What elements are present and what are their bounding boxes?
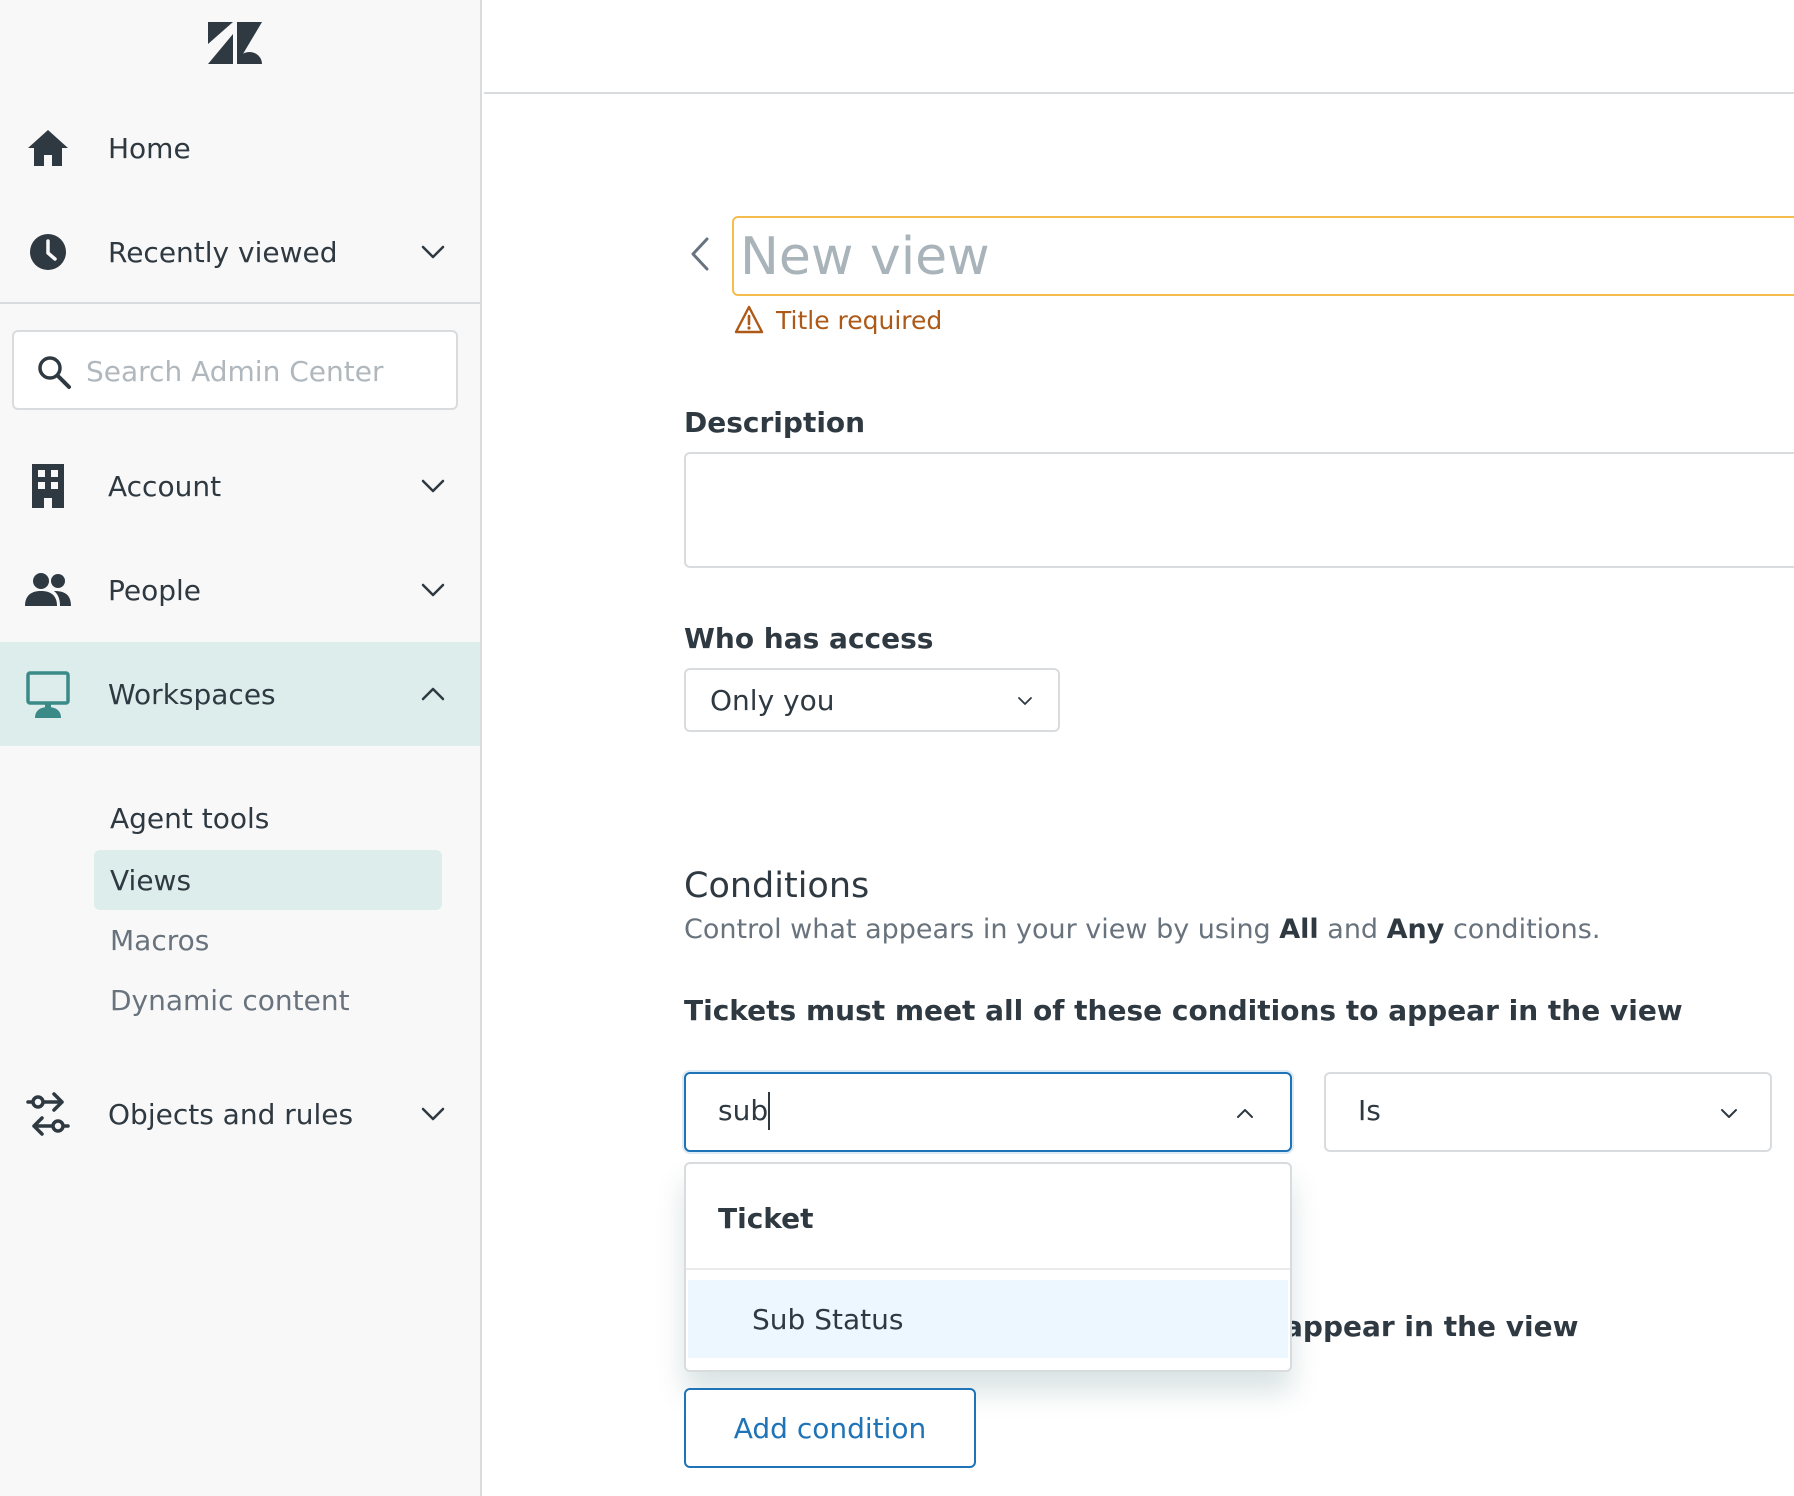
- chevron-up-icon[interactable]: [1234, 1102, 1256, 1124]
- subnav-item-macros[interactable]: Macros: [94, 910, 442, 970]
- chevron-down-icon[interactable]: [418, 575, 448, 605]
- description-label: Description: [684, 406, 866, 439]
- access-label: Who has access: [684, 622, 934, 655]
- chevron-down-icon: [1721, 1109, 1737, 1118]
- condition-field-input-value[interactable]: sub: [718, 1094, 768, 1127]
- chevron-down-icon[interactable]: [418, 471, 448, 501]
- sidebar: Home Recently viewed Account People: [0, 0, 482, 1496]
- nav-people-label: People: [108, 573, 202, 607]
- nav-objects-and-rules[interactable]: Objects and rules: [0, 1062, 480, 1166]
- view-title-input[interactable]: [740, 226, 1640, 288]
- people-icon: [24, 566, 72, 614]
- dropdown-separator: [686, 1268, 1290, 1270]
- search-icon: [38, 356, 71, 389]
- nav-account-label: Account: [108, 469, 222, 503]
- view-title-field[interactable]: [732, 216, 1794, 296]
- text-cursor: [768, 1092, 770, 1130]
- all-conditions-heading: Tickets must meet all of these condition…: [684, 994, 1683, 1027]
- conditions-subtitle: Control what appears in your view by usi…: [684, 914, 1601, 945]
- nav-recently-viewed[interactable]: Recently viewed: [0, 200, 480, 304]
- chevron-left-icon: [691, 237, 709, 271]
- dropdown-group-ticket: Ticket: [718, 1202, 814, 1235]
- admin-search[interactable]: [12, 330, 458, 410]
- building-icon: [24, 462, 72, 510]
- chevron-up-icon[interactable]: [418, 679, 448, 709]
- description-field[interactable]: [684, 452, 1794, 568]
- subnav-item-views[interactable]: Views: [94, 850, 442, 910]
- nav-account[interactable]: Account: [0, 434, 480, 538]
- nav-people[interactable]: People: [0, 538, 480, 642]
- condition-field-combobox[interactable]: sub: [684, 1072, 1292, 1152]
- back-button[interactable]: [684, 234, 716, 274]
- clock-icon: [24, 228, 72, 276]
- sidebar-divider: [0, 302, 480, 304]
- subnav-item-dynamic-content[interactable]: Dynamic content: [94, 970, 442, 1030]
- access-select[interactable]: Only you: [684, 668, 1060, 732]
- add-condition-button[interactable]: Add condition: [684, 1388, 976, 1468]
- dropdown-option-sub-status[interactable]: Sub Status: [688, 1280, 1288, 1358]
- condition-operator-value: Is: [1358, 1094, 1381, 1127]
- nav-home[interactable]: Home: [0, 96, 480, 200]
- chevron-down-icon[interactable]: [418, 237, 448, 267]
- zendesk-logo[interactable]: [208, 22, 262, 64]
- nav-recently-viewed-label: Recently viewed: [108, 235, 338, 269]
- nav-workspaces-label: Workspaces: [108, 677, 276, 711]
- conditions-title: Conditions: [684, 866, 870, 906]
- subnav-heading-agent-tools: Agent tools: [110, 802, 270, 835]
- access-select-value: Only you: [710, 683, 835, 717]
- title-error: Title required: [734, 302, 942, 338]
- chevron-down-icon[interactable]: [418, 1099, 448, 1129]
- nav-home-label: Home: [108, 131, 191, 165]
- title-error-text: Title required: [776, 305, 943, 335]
- arrows-swap-icon: [24, 1090, 72, 1138]
- search-input[interactable]: [86, 346, 436, 396]
- any-conditions-heading: appear in the view: [1284, 1310, 1579, 1343]
- condition-field-dropdown: Ticket Sub Status: [684, 1162, 1292, 1372]
- condition-operator-select[interactable]: Is: [1324, 1072, 1772, 1152]
- monitor-icon: [24, 670, 72, 718]
- chevron-down-icon: [1018, 697, 1032, 705]
- header-divider: [484, 92, 1794, 94]
- home-icon: [24, 124, 72, 172]
- nav-workspaces[interactable]: Workspaces: [0, 642, 480, 746]
- warning-icon: [734, 305, 764, 334]
- nav-objects-and-rules-label: Objects and rules: [108, 1097, 354, 1131]
